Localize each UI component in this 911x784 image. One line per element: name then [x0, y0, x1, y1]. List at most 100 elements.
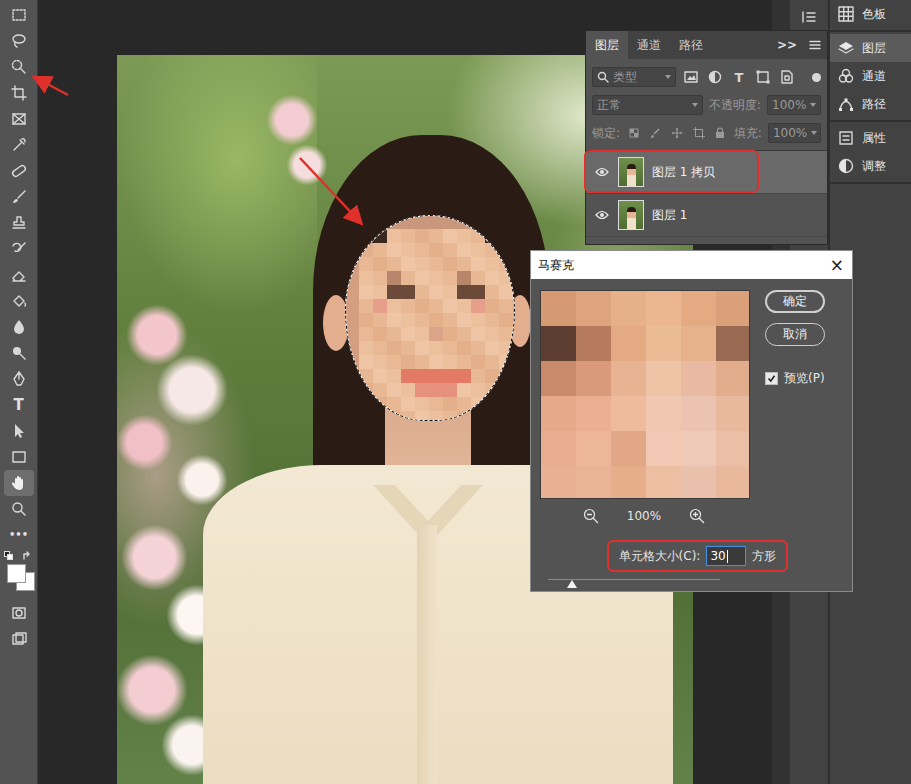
close-button[interactable]: ×: [830, 257, 844, 274]
dock-item[interactable]: 路径: [830, 90, 911, 118]
preview-label: 预览(P): [784, 370, 825, 387]
panel-menu-button[interactable]: [803, 31, 827, 59]
history-tool[interactable]: [4, 236, 34, 262]
rectangle-tool[interactable]: [4, 444, 34, 470]
visibility-toggle[interactable]: [594, 167, 610, 177]
dock-item[interactable]: 图层: [830, 34, 911, 62]
blur-tool[interactable]: [4, 314, 34, 340]
caret-icon: [810, 103, 816, 107]
quickselect-tool[interactable]: [4, 54, 34, 80]
type-filter[interactable]: T: [730, 70, 748, 85]
blend-mode-dropdown[interactable]: 正常: [592, 95, 703, 115]
lasso-tool[interactable]: [4, 28, 34, 54]
filter-dropdown[interactable]: 类型: [592, 67, 676, 87]
cell-size-value: 30: [710, 549, 725, 563]
dock-item[interactable]: 色板: [830, 0, 911, 28]
cancel-button[interactable]: 取消: [765, 323, 825, 346]
type-tool[interactable]: T: [4, 392, 34, 418]
dock-group: 图层通道路径: [830, 32, 911, 122]
lock-pixels-icon: [649, 127, 661, 139]
visibility-toggle[interactable]: [594, 210, 610, 220]
more-tool[interactable]: •••: [4, 522, 34, 548]
type-filter-icon: T: [735, 70, 744, 85]
eraser-tool[interactable]: [4, 262, 34, 288]
highlight-box: [584, 150, 759, 193]
panel-tab[interactable]: 图层: [586, 31, 628, 59]
dock-label: 调整: [862, 158, 886, 175]
mosaic-face: [345, 215, 515, 421]
dock-label: 图层: [862, 40, 886, 57]
pixel-icon: [683, 69, 699, 85]
frame-tool[interactable]: [4, 106, 34, 132]
healing-tool[interactable]: [4, 158, 34, 184]
filter-row: 类型 T: [586, 63, 827, 91]
frame-icon: [10, 110, 28, 128]
type-icon: T: [13, 398, 23, 413]
foreground-color[interactable]: [7, 564, 26, 583]
pen-tool[interactable]: [4, 366, 34, 392]
color-swatches: [4, 548, 34, 600]
collapse-button[interactable]: >>: [771, 31, 803, 59]
dialog-actions: 确定取消预览(P): [765, 290, 825, 499]
eraser-icon: [10, 266, 28, 284]
opacity-field[interactable]: 100%: [767, 95, 821, 115]
healing-icon: [10, 162, 28, 180]
photo-detail: [117, 415, 172, 470]
smart-filter[interactable]: [778, 69, 796, 85]
filter-preview[interactable]: [540, 290, 750, 499]
cell-size-input[interactable]: 30: [706, 546, 746, 566]
fill-field[interactable]: 100%: [768, 123, 821, 143]
lock-artboard-button[interactable]: [691, 127, 707, 139]
filter-toggle[interactable]: [812, 73, 821, 82]
zoom-in-button[interactable]: [689, 508, 705, 524]
hand-tool[interactable]: [4, 470, 34, 496]
photo-detail: [122, 525, 187, 590]
dock-item[interactable]: 属性: [830, 124, 911, 152]
eye-icon: [595, 210, 609, 220]
quickselect-icon: [10, 58, 28, 76]
dodge-tool[interactable]: [4, 340, 34, 366]
layer-row[interactable]: 图层 1: [586, 194, 827, 237]
panel-tab[interactable]: 路径: [670, 31, 712, 59]
pathselect-tool[interactable]: [4, 418, 34, 444]
lock-pixels-button[interactable]: [648, 127, 664, 139]
lock-transparent-button[interactable]: [626, 127, 642, 139]
lock-position-button[interactable]: [669, 127, 685, 139]
slider-thumb[interactable]: [567, 580, 577, 588]
quick-mask-icon: [10, 604, 28, 622]
ok-button[interactable]: 确定: [765, 290, 825, 313]
stamp-tool[interactable]: [4, 210, 34, 236]
blend-mode: 正常: [597, 97, 621, 114]
layers-panel: 图层通道路径>>类型T正常不透明度:100%锁定:填充:100%图层 1 拷贝图…: [585, 30, 828, 245]
eyedropper-tool[interactable]: [4, 132, 34, 158]
panel-tab[interactable]: 通道: [628, 31, 670, 59]
screen-mode-button[interactable]: [4, 626, 34, 652]
lasso-icon: [10, 32, 28, 50]
dock-item[interactable]: 通道: [830, 62, 911, 90]
opacity-label: 不透明度:: [709, 97, 761, 114]
toolbar: T •••: [0, 0, 38, 784]
shape-filter[interactable]: [754, 69, 772, 85]
quick-mask-button[interactable]: [4, 600, 34, 626]
layer-thumbnail: [618, 200, 644, 230]
tab-label: 通道: [637, 37, 661, 54]
brush-tool[interactable]: [4, 184, 34, 210]
fill-label: 填充:: [734, 125, 762, 142]
button-label: 取消: [783, 326, 807, 343]
dock-item[interactable]: 调整: [830, 152, 911, 180]
lock-row: 锁定:填充:100%: [586, 119, 827, 147]
adjust-filter[interactable]: [706, 69, 724, 85]
zoom-out-button[interactable]: [583, 508, 599, 524]
marquee-tool[interactable]: [4, 2, 34, 28]
pixel-filter[interactable]: [682, 69, 700, 85]
bucket-tool[interactable]: [4, 288, 34, 314]
layer-row[interactable]: 图层 1 拷贝: [586, 151, 827, 194]
zoom-icon: [10, 500, 28, 518]
lock-all-button[interactable]: [712, 127, 728, 139]
zoom-tool[interactable]: [4, 496, 34, 522]
crop-tool[interactable]: [4, 80, 34, 106]
cell-size-slider[interactable]: [548, 576, 720, 591]
checkbox[interactable]: [765, 372, 778, 385]
preview-checkbox[interactable]: 预览(P): [765, 370, 825, 387]
search-icon: [597, 71, 609, 83]
